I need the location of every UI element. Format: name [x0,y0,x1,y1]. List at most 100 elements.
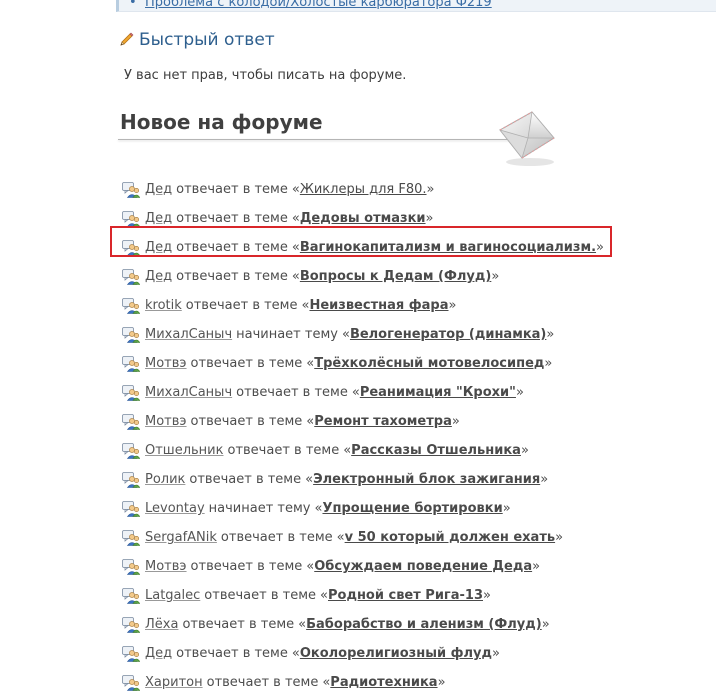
close-quote: » [483,588,491,603]
action-text: отвечает в теме [236,385,348,400]
topic-link[interactable]: Вагинокапитализм и вагиносоциализм. [300,240,596,255]
action-text: отвечает в теме [185,298,298,313]
action-text: начинает тему [208,501,311,516]
author-link[interactable]: krotik [145,298,182,313]
topic-link[interactable]: Неизвестная фара [309,298,448,313]
author-link[interactable]: Харитон [145,675,203,690]
topic-link[interactable]: Велогенератор (динамка) [350,327,546,342]
feed-item: Дед отвечает в теме «Околорелигиозный флуд… [122,639,682,668]
close-quote: » [426,182,435,197]
users-icon [122,239,140,256]
topic-link[interactable]: Рассказы Отшельника [351,443,521,458]
author-link[interactable]: МихалСаныч [145,385,232,400]
new-on-forum-title: Новое на форуме [120,110,323,134]
topic-link[interactable]: Родной свет Рига-13 [328,588,483,603]
breadcrumb-topic-link[interactable]: Проблема с колодой/Холостые карбюратора … [145,0,492,10]
pencil-icon [120,32,134,46]
open-quote: « [291,269,300,284]
users-icon [122,674,140,691]
users-icon [122,587,140,604]
close-quote: » [532,559,541,574]
topic-link[interactable]: Бабоpaбство и аленизм (Флуд) [306,617,542,632]
feed-item: Мотвэ отвечает в теме «Обсуждаем поведение… [122,552,682,581]
users-icon [122,558,140,575]
open-quote: « [351,385,360,400]
author-link[interactable]: МихалСаныч [145,327,232,342]
close-quote: » [596,240,604,255]
action-text: отвечает в теме [176,240,288,255]
close-quote: » [448,298,457,313]
feed-item: Дед отвечает в теме «Жиклеры для F80.» [122,175,682,204]
close-quote: » [502,501,511,516]
author-link[interactable]: Дед [145,269,172,284]
action-text: отвечает в теме [190,414,303,429]
author-link[interactable]: SergafANik [145,530,217,545]
author-link[interactable]: Мотвэ [145,356,187,371]
topic-link[interactable]: Трёхколёсный мотовелосипед [314,356,544,371]
feed-item: Харитон отвечает в теме «Радиотехника» [122,668,682,693]
users-icon [122,471,140,488]
users-icon [122,384,140,401]
author-link[interactable]: Мотвэ [145,559,187,574]
close-quote: » [425,211,434,226]
feed-item: Отшельник отвечает в теме «Рассказы Отшель… [122,436,682,465]
topic-link[interactable]: Ремонт тахометра [314,414,452,429]
author-link[interactable]: Лёха [145,617,178,632]
topic-link[interactable]: Жиклеры для F80. [300,182,427,197]
author-link[interactable]: Дед [145,240,172,255]
open-quote: « [291,646,300,661]
author-link[interactable]: Дед [145,211,172,226]
open-quote: « [343,443,352,458]
author-link[interactable]: Ролик [145,472,185,487]
topic-link[interactable]: Электронный блок зажигания [313,472,540,487]
topic-link[interactable]: v 50 который должен ехать [345,530,555,545]
close-quote: » [540,472,549,487]
users-icon [122,442,140,459]
open-quote: « [322,675,331,690]
breadcrumb-bullet: • [129,0,137,10]
topic-link[interactable]: Вопросы к Дедам (Флуд) [300,269,491,284]
open-quote: « [336,530,345,545]
open-quote: « [291,240,300,255]
users-icon [122,210,140,227]
action-text: отвечает в теме [190,559,303,574]
close-quote: » [544,356,553,371]
action-text: отвечает в теме [176,211,288,226]
topic-link[interactable]: Дедовы отмазки [300,211,426,226]
topic-link[interactable]: Радиотехника [330,675,437,690]
topic-link[interactable]: Упрощение бортировки [322,501,502,516]
open-quote: « [301,298,310,313]
open-quote: « [305,472,314,487]
feed-item: Дед отвечает в теме « Вопросы к Дедам (Флу… [122,262,682,291]
action-text: отвечает в теме [176,646,288,661]
section-divider [118,139,510,140]
action-text: отвечает в теме [220,530,333,545]
action-text: начинает тему [236,327,338,342]
users-icon [122,529,140,546]
open-quote: « [291,182,300,197]
topic-link[interactable]: Околорелигиозный флуд [300,646,492,661]
users-icon [122,326,140,343]
action-text: отвечает в теме [182,617,295,632]
author-link[interactable]: Отшельник [145,443,223,458]
close-quote: » [437,675,446,690]
author-link[interactable]: Дед [145,646,172,661]
author-link[interactable]: Мотвэ [145,414,187,429]
users-icon [122,297,140,314]
envelope-icon [498,111,555,166]
feed-item: МихалСаныч отвечает в теме «Реанимация "Кр… [122,378,682,407]
users-icon [122,645,140,662]
author-link[interactable]: Levontay [145,501,205,516]
users-icon [122,413,140,430]
author-link[interactable]: Latgalec [145,588,200,603]
topic-link[interactable]: Обсуждаем поведение Деда [314,559,532,574]
close-quote: » [451,414,460,429]
feed-item: Мотвэ отвечает в теме «Трёхколёсный мотове… [122,349,682,378]
action-text: отвечает в теме [189,472,302,487]
quick-reply-title: Быстрый ответ [139,30,275,50]
close-quote: » [520,443,529,458]
author-link[interactable]: Дед [145,182,172,197]
feed-item: Ролик отвечает в теме «Электронный блок за… [122,465,682,494]
topic-link[interactable]: Реанимация "Крохи" [360,385,516,400]
action-text: отвечает в теме [206,675,319,690]
